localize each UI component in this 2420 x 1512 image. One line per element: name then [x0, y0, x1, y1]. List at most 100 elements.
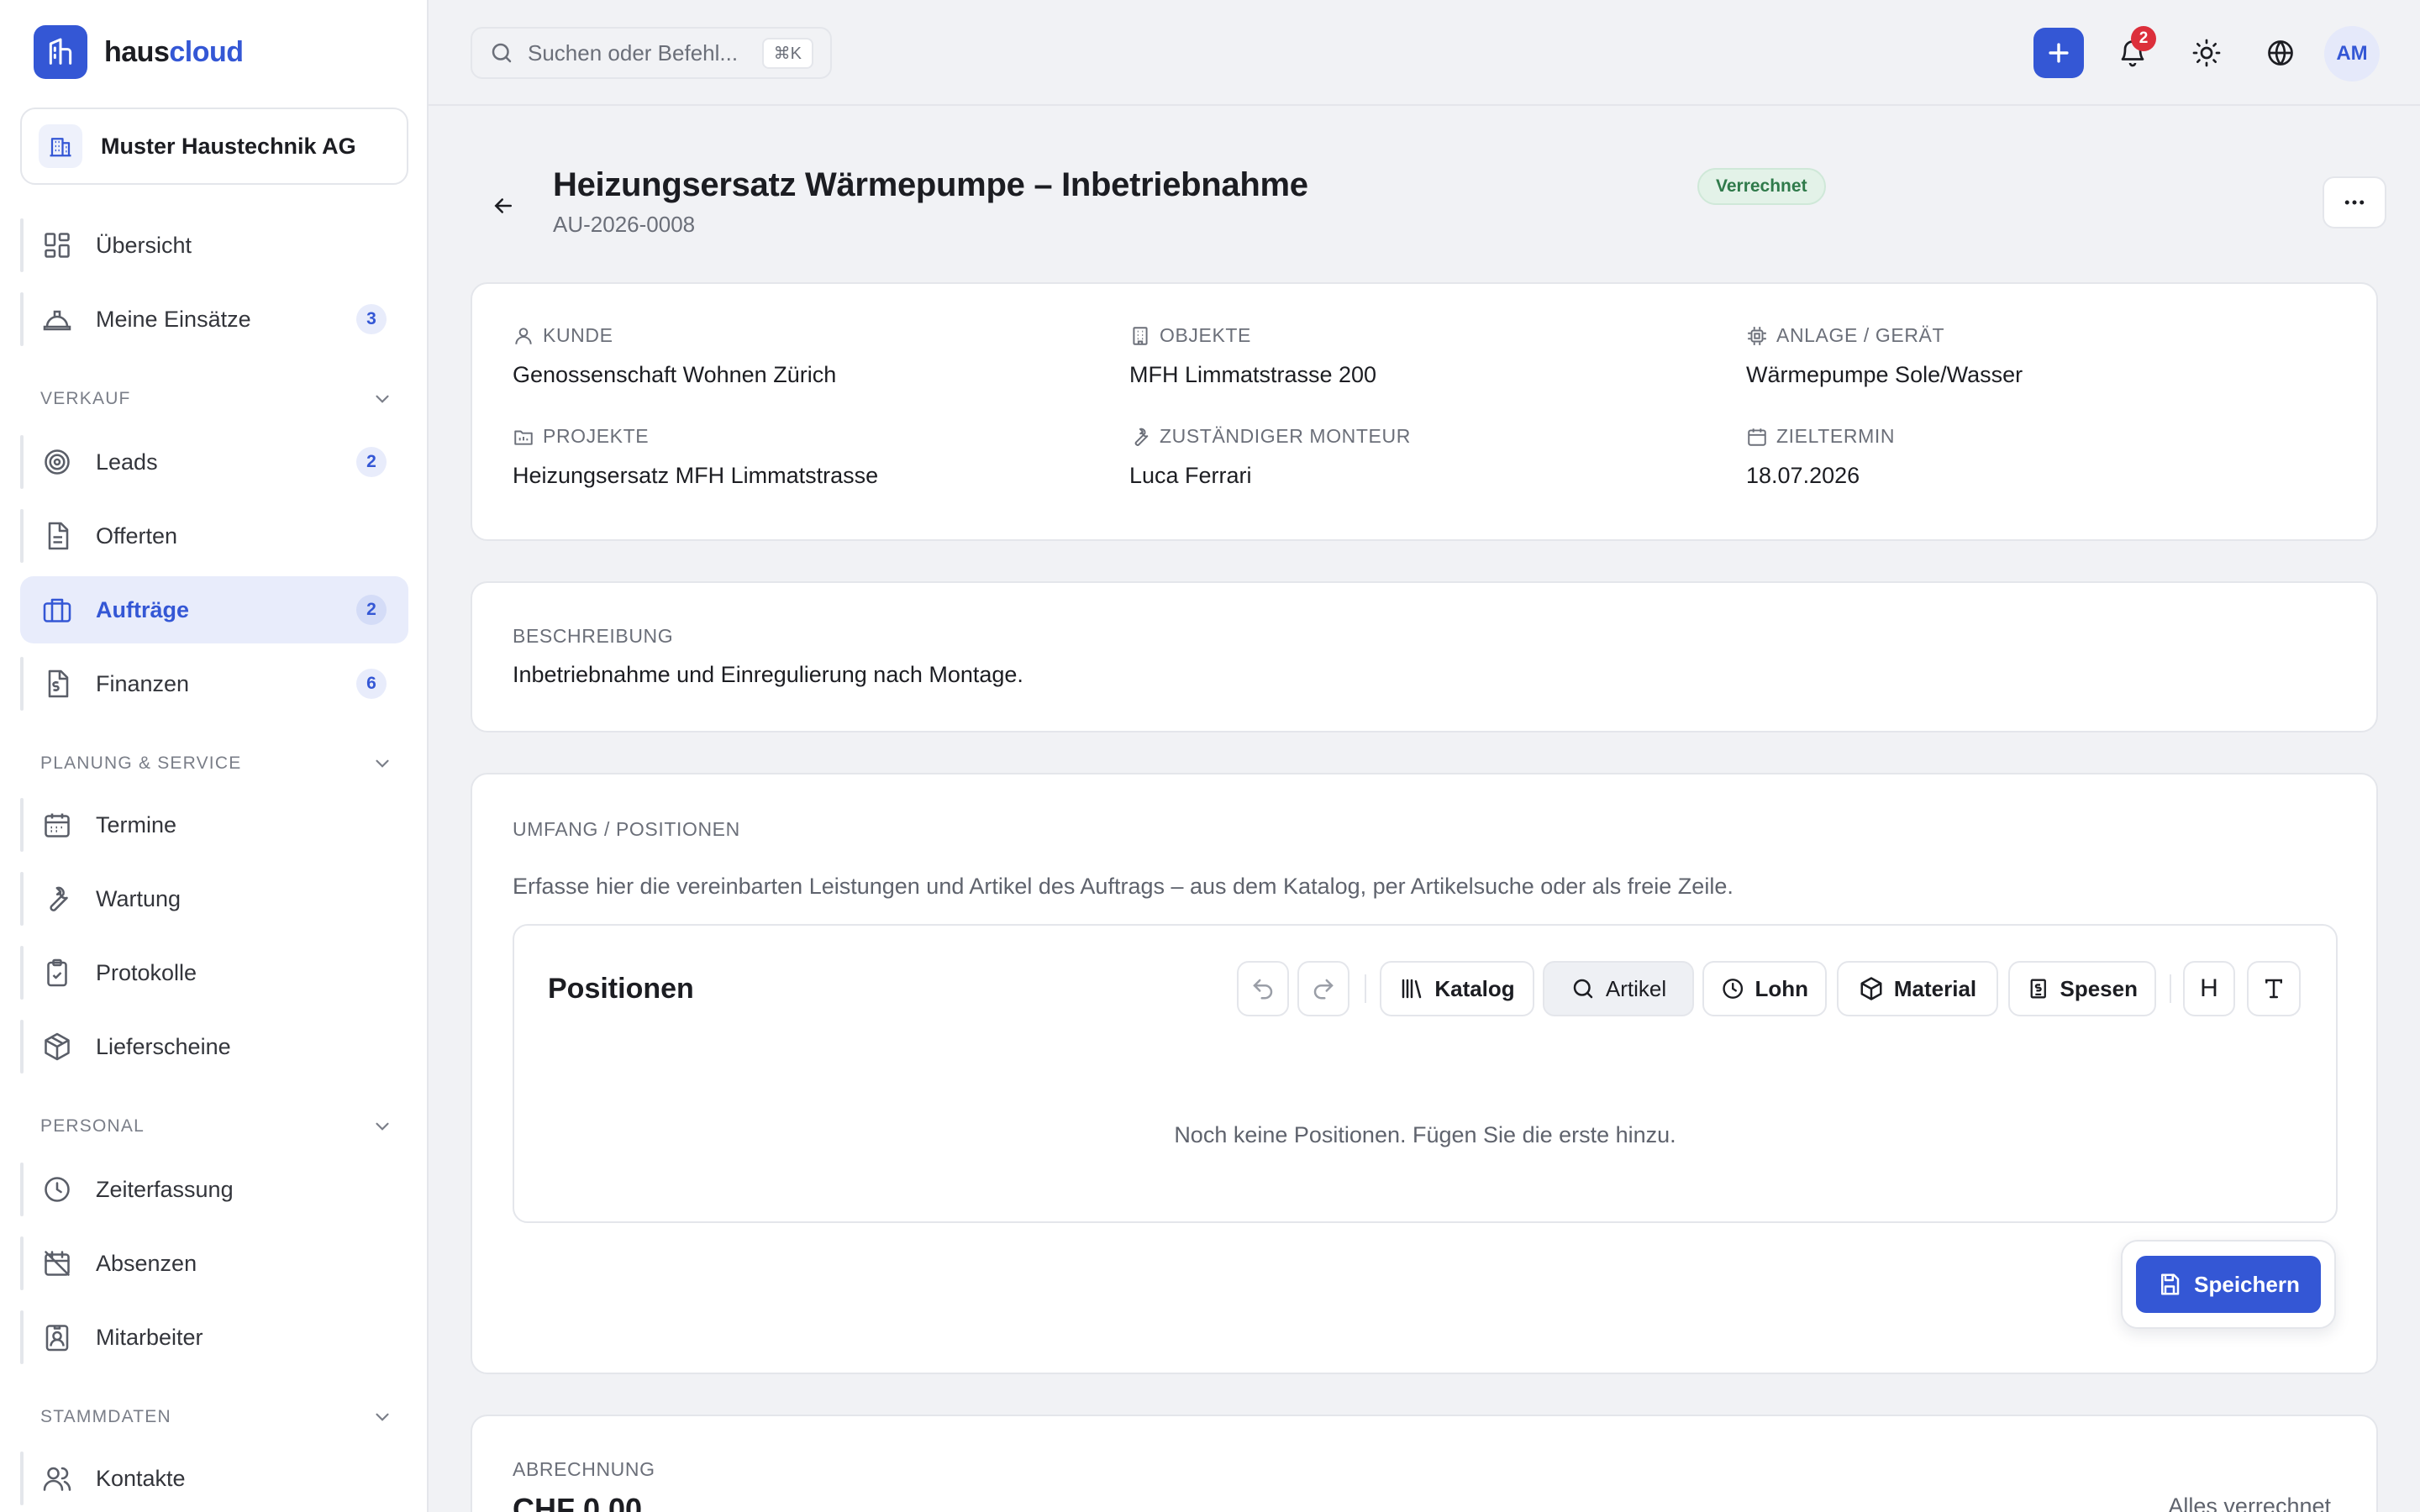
section-stammdaten[interactable]: STAMMDATEN — [40, 1406, 393, 1428]
heading-icon: H — [2200, 974, 2218, 1002]
sidebar-item-offerten[interactable]: Offerten — [20, 502, 408, 570]
section-title: VERKAUF — [40, 389, 131, 408]
katalog-button[interactable]: Katalog — [1380, 961, 1534, 1016]
field-kunde: KUNDE Genossenschaft Wohnen Zürich — [513, 324, 836, 388]
positions-title: Positionen — [548, 973, 694, 1005]
tenant-name: Muster Haustechnik AG — [101, 133, 356, 159]
field-label: ZUSTÄNDIGER MONTEUR — [1160, 425, 1411, 447]
katalog-label: Katalog — [1434, 975, 1515, 1001]
building-icon — [39, 124, 82, 168]
sidebar-item-termine[interactable]: Termine — [20, 791, 408, 858]
package-icon — [45, 1032, 70, 1061]
notifications-button[interactable]: 2 — [2107, 26, 2158, 78]
sidebar-item-absenzen[interactable]: Absenzen — [20, 1230, 408, 1297]
theme-toggle-button[interactable] — [2181, 28, 2232, 78]
hauscloud-logo-icon — [34, 25, 87, 79]
save-button[interactable]: Speichern — [2136, 1256, 2321, 1313]
add-text-button[interactable] — [2247, 961, 2301, 1016]
field-label: KUNDE — [543, 324, 613, 346]
create-button[interactable] — [2033, 28, 2084, 78]
sidebar-item-label: Kontakte — [96, 1465, 186, 1491]
count-badge: 2 — [356, 447, 387, 477]
clock-icon — [1723, 979, 1744, 999]
project-link[interactable]: Heizungsersatz MFH Limmatstrasse — [513, 463, 878, 489]
customer-link[interactable]: Genossenschaft Wohnen Zürich — [513, 362, 836, 388]
chevron-down-icon — [376, 395, 389, 403]
lohn-button[interactable]: Lohn — [1702, 961, 1827, 1016]
sidebar-item-zeiterfassung[interactable]: Zeiterfassung — [20, 1156, 408, 1223]
field-zieltermin: ZIELTERMIN 18.07.2026 — [1746, 425, 1895, 489]
sidebar-item-auftraege[interactable]: Aufträge 2 — [20, 576, 408, 643]
search-input[interactable]: Suchen oder Befehl... ⌘K — [471, 27, 832, 79]
save-icon — [2161, 1273, 2180, 1295]
search-icon — [1573, 979, 1593, 999]
field-label: ANLAGE / GERÄT — [1776, 324, 1945, 346]
device-link[interactable]: Wärmepumpe Sole/Wasser — [1746, 362, 2023, 388]
section-title: PLANUNG & SERVICE — [40, 753, 242, 773]
empty-state-text: Noch keine Positionen. Fügen Sie die ers… — [1174, 1122, 1676, 1147]
undo-button[interactable] — [1237, 961, 1289, 1016]
text-icon — [2265, 979, 2282, 999]
redo-button[interactable] — [1297, 961, 1349, 1016]
clock-icon — [45, 1177, 70, 1202]
field-objekte: OBJEKTE MFH Limmatstrasse 200 — [1129, 324, 1376, 388]
sidebar-item-label: Absenzen — [96, 1250, 197, 1276]
sidebar-item-label: Übersicht — [96, 232, 192, 258]
count-badge: 3 — [356, 304, 387, 334]
field-projekte: PROJEKTE Heizungsersatz MFH Limmatstrass… — [513, 425, 878, 489]
sidebar-item-label: Finanzen — [96, 670, 190, 696]
back-button[interactable] — [482, 185, 524, 227]
order-number: AU-2026-0008 — [553, 212, 696, 237]
clipboard-check-icon — [47, 958, 67, 987]
sidebar-item-mitarbeiter[interactable]: Mitarbeiter — [20, 1304, 408, 1371]
sidebar-item-meine-einsaetze[interactable]: Meine Einsätze 3 — [20, 286, 408, 353]
user-avatar[interactable]: AM — [2324, 26, 2380, 81]
wrench-icon — [1134, 428, 1149, 446]
sun-icon — [2192, 39, 2221, 67]
material-button[interactable]: Material — [1837, 961, 1998, 1016]
field-label: PROJEKTE — [543, 425, 650, 447]
sidebar-item-leads[interactable]: Leads 2 — [20, 428, 408, 496]
tenant-switcher[interactable]: Muster Haustechnik AG — [20, 108, 408, 185]
plus-icon — [2049, 43, 2069, 63]
billing-label: ABRECHNUNG — [513, 1458, 655, 1480]
field-monteur: ZUSTÄNDIGER MONTEUR Luca Ferrari — [1129, 425, 1411, 489]
sidebar-item-kontakte[interactable]: Kontakte — [20, 1445, 408, 1512]
section-personal[interactable]: PERSONAL — [40, 1116, 393, 1137]
sidebar-item-protokolle[interactable]: Protokolle — [20, 939, 408, 1006]
sidebar-item-finanzen[interactable]: Finanzen 6 — [20, 650, 408, 717]
calendar-icon — [45, 813, 70, 837]
description-card: BESCHREIBUNG Inbetriebnahme und Einregul… — [471, 581, 2378, 732]
spesen-button[interactable]: Spesen — [2008, 961, 2156, 1016]
section-title: PERSONAL — [40, 1116, 145, 1136]
positions-hint: Erfasse hier die vereinbarten Leistungen… — [513, 874, 1733, 899]
search-icon — [492, 43, 512, 63]
cpu-icon — [1748, 326, 1766, 345]
shortcut-hint: ⌘K — [761, 37, 813, 69]
sidebar-item-lieferscheine[interactable]: Lieferscheine — [20, 1013, 408, 1080]
order-info-card: KUNDE Genossenschaft Wohnen Zürich OBJEK… — [471, 282, 2378, 541]
document-icon — [48, 522, 69, 550]
more-actions-button[interactable] — [2323, 176, 2386, 228]
brand[interactable]: hauscloud — [34, 25, 244, 79]
section-verkauf[interactable]: VERKAUF — [40, 388, 393, 410]
object-link[interactable]: MFH Limmatstrasse 200 — [1129, 362, 1376, 388]
sidebar-item-label: Offerten — [96, 522, 178, 549]
positions-section-label: UMFANG / POSITIONEN — [513, 818, 740, 840]
section-planung-service[interactable]: PLANUNG & SERVICE — [40, 753, 393, 774]
add-heading-button[interactable]: H — [2183, 961, 2235, 1016]
field-label: OBJEKTE — [1160, 324, 1252, 346]
artikel-search-button[interactable]: Artikel — [1543, 961, 1694, 1016]
sidebar-item-label: Zeiterfassung — [96, 1176, 234, 1202]
sidebar-item-wartung[interactable]: Wartung — [20, 865, 408, 932]
id-badge-icon — [45, 1325, 69, 1352]
chevron-down-icon — [376, 1413, 389, 1421]
spesen-label: Spesen — [2060, 975, 2139, 1001]
brand-name: hauscloud — [104, 36, 244, 69]
save-label: Speichern — [2194, 1271, 2300, 1297]
field-anlage: ANLAGE / GERÄT Wärmepumpe Sole/Wasser — [1746, 324, 2023, 388]
sidebar-item-label: Mitarbeiter — [96, 1324, 203, 1350]
brand-name-part2: cloud — [169, 35, 244, 68]
sidebar-item-uebersicht[interactable]: Übersicht — [20, 212, 408, 279]
language-button[interactable] — [2255, 28, 2306, 78]
